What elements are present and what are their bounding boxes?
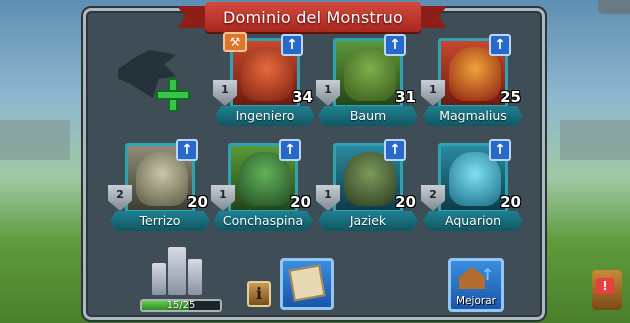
background-ruin-left	[0, 120, 70, 160]
tower-center	[168, 247, 186, 295]
monster-count: 20	[500, 193, 521, 211]
monster-count: 20	[187, 193, 208, 211]
map-button[interactable]	[280, 258, 334, 310]
upgrade-arrow-icon[interactable]: ↑	[384, 34, 406, 56]
upgrade-arrow-icon: ↑	[481, 265, 495, 284]
monster-card-baum[interactable]: 1 31 ↑ Baum	[316, 34, 418, 130]
upgrade-button[interactable]: ↑ Mejorar	[448, 258, 504, 312]
monster-count: 31	[395, 88, 416, 106]
background-ruin-right	[560, 120, 630, 160]
dumbbell-icon[interactable]: ⚒	[223, 32, 247, 52]
monster-card-jaziek[interactable]: 1 20 ↑ Jaziek	[316, 139, 418, 235]
monster-card-terrizo[interactable]: 2 20 ↑ Terrizo	[108, 139, 210, 235]
add-monster-slot[interactable]	[118, 50, 198, 112]
upgrade-arrow-icon[interactable]: ↑	[281, 34, 303, 56]
capacity-bar: 15/25	[140, 299, 222, 312]
upgrade-arrow-icon[interactable]: ↑	[489, 139, 511, 161]
corner-tab[interactable]	[598, 0, 630, 14]
upgrade-arrow-icon[interactable]: ↑	[176, 139, 198, 161]
map-icon	[288, 264, 326, 302]
monster-name: Conchaspina	[213, 211, 313, 231]
plus-icon-bar	[156, 90, 190, 100]
upgrade-arrow-icon[interactable]: ↑	[489, 34, 511, 56]
tower-left	[152, 263, 166, 295]
upgrade-label: Mejorar	[456, 295, 496, 307]
monster-count: 25	[500, 88, 521, 106]
monster-name: Baum	[318, 106, 418, 126]
monster-name: Jaziek	[318, 211, 418, 231]
monster-card-conchaspina[interactable]: 1 20 ↑ Conchaspina	[211, 139, 313, 235]
monster-count: 20	[290, 193, 311, 211]
upgrade-arrow-icon[interactable]: ↑	[279, 139, 301, 161]
monster-name: Ingeniero	[215, 106, 315, 126]
upgrade-arrow-icon[interactable]: ↑	[384, 139, 406, 161]
monster-name: Terrizo	[110, 211, 210, 231]
monster-name: Magmalius	[423, 106, 523, 126]
monster-count: 20	[395, 193, 416, 211]
monster-domain-building-icon[interactable]	[148, 245, 208, 297]
capacity-text: 15/25	[166, 300, 196, 311]
monster-card-magmalius[interactable]: 1 25 ↑ Magmalius	[421, 34, 523, 130]
tower-right	[188, 259, 202, 295]
alert-icon: !	[596, 278, 614, 294]
monster-name: Aquarion	[423, 211, 523, 231]
panel-title: Dominio del Monstruo	[205, 2, 421, 32]
monster-card-ingeniero[interactable]: ⚒ 1 34 ↑ Ingeniero	[213, 32, 315, 130]
monster-card-aquarion[interactable]: 2 20 ↑ Aquarion	[421, 139, 523, 235]
info-button[interactable]: i	[247, 281, 271, 307]
monster-count: 34	[292, 88, 313, 106]
